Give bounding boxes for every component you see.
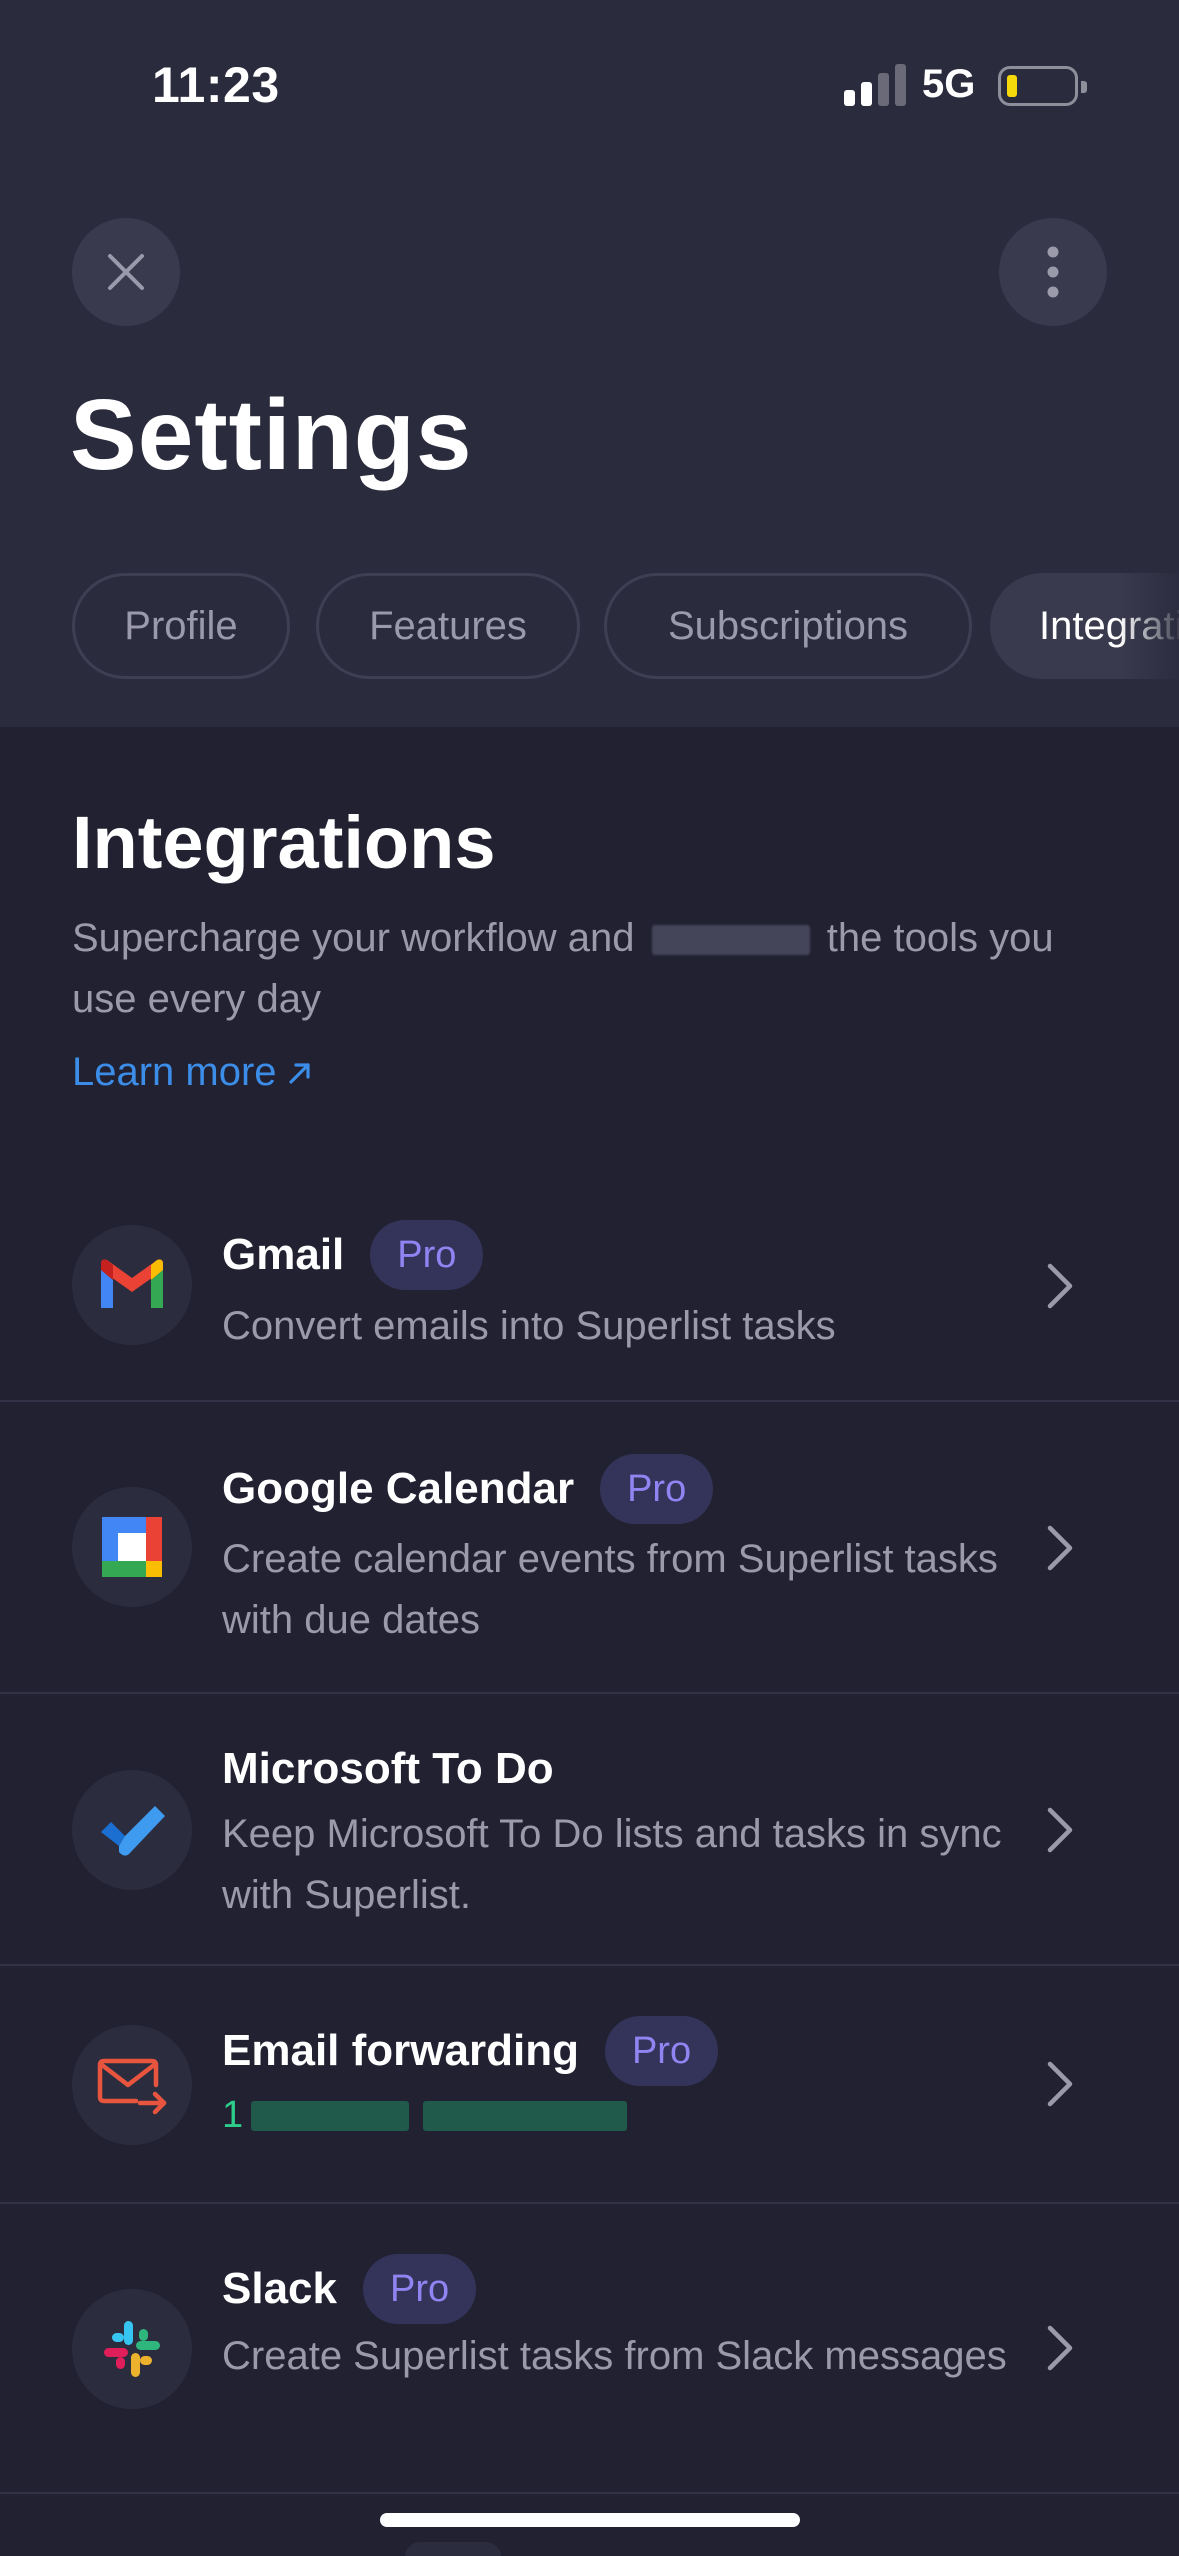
cellular-signal-icon (844, 64, 906, 106)
close-icon (108, 254, 144, 290)
tab-profile[interactable]: Profile (72, 573, 290, 679)
tab-subscriptions[interactable]: Subscriptions (604, 573, 972, 679)
google-calendar-icon (72, 1487, 192, 1607)
integration-description: Create Superlist tasks from Slack messag… (222, 2334, 1007, 2378)
integration-row-google-calendar[interactable]: Google Calendar Pro Create calendar even… (0, 1402, 1179, 1694)
integration-name: Google Calendar (222, 1464, 575, 1513)
forwarding-address: 1 (222, 2094, 628, 2137)
redacted-text (251, 2100, 410, 2131)
home-indicator[interactable] (380, 2513, 800, 2527)
tabs-scroll-fade (1119, 573, 1179, 681)
pro-badge: Pro (604, 2016, 719, 2086)
more-vertical-icon (1047, 246, 1059, 298)
settings-screen: 11:23 5G Settings Profile Features Subsc… (0, 0, 1179, 2556)
integration-name: Gmail (222, 1230, 345, 1279)
next-row-icon-peek (405, 2542, 501, 2556)
integration-name: Email forwarding (222, 2026, 579, 2075)
pro-badge: Pro (600, 1454, 714, 1524)
status-bar: 11:23 5G (0, 0, 1179, 160)
tab-features[interactable]: Features (316, 573, 580, 679)
battery-icon (998, 66, 1087, 106)
section-title: Integrations (72, 801, 496, 884)
integration-name: Slack (222, 2264, 337, 2313)
settings-header: 11:23 5G Settings Profile Features Subsc… (0, 0, 1179, 727)
integration-row-microsoft-todo[interactable]: Microsoft To Do Keep Microsoft To Do lis… (0, 1694, 1179, 1966)
integration-description: Keep Microsoft To Do lists and tasks in … (222, 1812, 1002, 1917)
learn-more-link[interactable]: Learn more (72, 1050, 313, 1095)
external-arrow-icon (288, 1062, 310, 1084)
redacted-text (651, 925, 810, 956)
gmail-icon (72, 1225, 192, 1345)
integration-title: Gmail Pro (222, 1220, 484, 1290)
status-time: 11:23 (152, 57, 280, 113)
integration-title: Email forwarding Pro (222, 2016, 719, 2086)
section-description-start: Supercharge your workflow and (72, 916, 635, 960)
integration-title: Google Calendar Pro (222, 1454, 714, 1524)
forwarding-address-prefix: 1 (222, 2094, 244, 2136)
pro-badge: Pro (370, 1220, 484, 1290)
chevron-right-icon (1047, 2325, 1073, 2371)
integration-row-email-forwarding[interactable]: Email forwarding Pro 1 (0, 1966, 1179, 2204)
chevron-right-icon (1047, 1525, 1073, 1571)
microsoft-todo-icon (72, 1770, 192, 1890)
close-button[interactable] (72, 218, 180, 326)
chevron-right-icon (1047, 1263, 1073, 1309)
chevron-right-icon (1047, 2061, 1073, 2107)
network-type: 5G (922, 62, 976, 106)
redacted-text (423, 2100, 628, 2131)
section-description: Supercharge your workflow and the tools … (72, 908, 1112, 1030)
more-options-button[interactable] (999, 218, 1107, 326)
integration-row-gmail[interactable]: Gmail Pro Convert emails into Superlist … (0, 1170, 1179, 1402)
integration-description: Create calendar events from Superlist ta… (222, 1537, 998, 1642)
integration-title: Slack Pro (222, 2254, 477, 2324)
integration-description: Convert emails into Superlist tasks (222, 1304, 836, 1348)
settings-tabs: Profile Features Subscriptions Integrati… (72, 573, 1179, 681)
integration-title: Microsoft To Do (222, 1744, 554, 1794)
email-forward-icon (72, 2025, 192, 2145)
integration-row-slack[interactable]: Slack Pro Create Superlist tasks from Sl… (0, 2204, 1179, 2494)
learn-more-label: Learn more (72, 1050, 277, 1094)
integration-name: Microsoft To Do (222, 1744, 554, 1793)
page-title: Settings (70, 379, 473, 491)
slack-icon (72, 2289, 192, 2409)
chevron-right-icon (1047, 1807, 1073, 1853)
pro-badge: Pro (362, 2254, 477, 2324)
